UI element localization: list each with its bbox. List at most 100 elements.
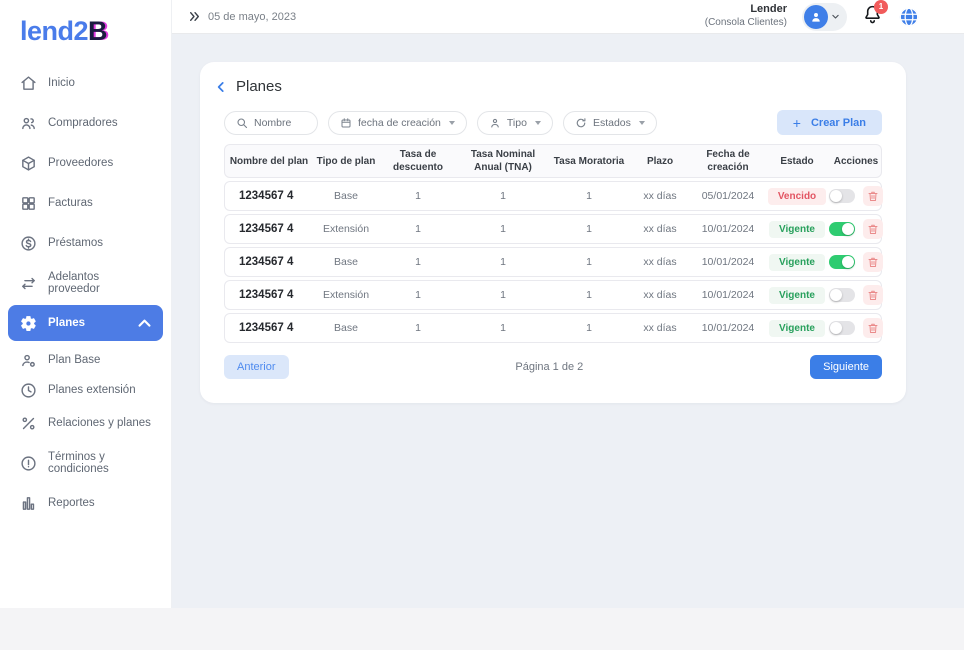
- delete-button[interactable]: [863, 186, 883, 206]
- language-globe-button[interactable]: [898, 6, 920, 28]
- status-toggle[interactable]: [829, 321, 855, 335]
- discount-rate-cell: 1: [379, 190, 457, 202]
- trash-icon: [867, 289, 879, 301]
- sidebar-item-adelantos-proveedor[interactable]: Adelantos proveedor: [8, 265, 163, 301]
- plan-type-cell: Extensión: [313, 289, 379, 301]
- back-chevron-icon[interactable]: [214, 80, 228, 94]
- column-header: Acciones: [829, 155, 883, 168]
- term-cell: xx días: [629, 322, 691, 334]
- column-header: Estado: [765, 155, 829, 168]
- status-toggle[interactable]: [829, 189, 855, 203]
- table-row: 1234567 4 Extensión 1 1 1 xx días 10/01/…: [224, 214, 882, 244]
- actions-cell: [829, 318, 883, 338]
- sidebar-item-planes[interactable]: Planes: [8, 305, 163, 341]
- type-filter-dropdown[interactable]: Tipo: [477, 111, 553, 135]
- discount-rate-cell: 1: [379, 322, 457, 334]
- planes-card: Planes fecha de creación Tipo: [200, 62, 906, 403]
- plan-name-cell: 1234567 4: [225, 223, 313, 235]
- trash-icon: [867, 322, 879, 334]
- column-header: Tasa de descuento: [379, 148, 457, 174]
- create-plan-button[interactable]: + Crear Plan: [777, 110, 882, 135]
- status-cell: Vigente: [765, 287, 829, 304]
- status-badge: Vencido: [768, 188, 826, 205]
- gear-icon: [20, 315, 37, 332]
- next-page-button[interactable]: Siguiente: [810, 355, 882, 379]
- table-row: 1234567 4 Extensión 1 1 1 xx días 10/01/…: [224, 280, 882, 310]
- plan-name-cell: 1234567 4: [225, 289, 313, 301]
- app-window: lend2B Inicio Compradores Proveedores Fa…: [0, 0, 964, 608]
- moratoria-rate-cell: 1: [549, 289, 629, 301]
- tna-cell: 1: [457, 289, 549, 301]
- sidebar-item-prestamos[interactable]: Préstamos: [8, 225, 163, 261]
- logo-text-blue: lend2: [20, 16, 88, 46]
- status-toggle[interactable]: [829, 288, 855, 302]
- column-header: Tipo de plan: [313, 155, 379, 168]
- sidebar-item-label: Reportes: [48, 497, 95, 509]
- sidebar-item-proveedores[interactable]: Proveedores: [8, 145, 163, 181]
- date-display: 05 de mayo, 2023: [188, 10, 296, 23]
- sidebar-item-compradores[interactable]: Compradores: [8, 105, 163, 141]
- info-circle-icon: [20, 455, 37, 472]
- sidebar-item-inicio[interactable]: Inicio: [8, 65, 163, 101]
- delete-button[interactable]: [863, 318, 883, 338]
- plan-name-cell: 1234567 4: [225, 256, 313, 268]
- chevron-down-icon: [831, 12, 840, 21]
- sidebar-item-label: Términos y condiciones: [48, 451, 153, 475]
- search-name-filter[interactable]: [224, 111, 318, 135]
- account-menu-button[interactable]: [802, 3, 847, 31]
- sidebar-item-reportes[interactable]: Reportes: [8, 485, 163, 521]
- page-title: Planes: [236, 78, 282, 95]
- sidebar-item-facturas[interactable]: Facturas: [8, 185, 163, 221]
- delete-button[interactable]: [863, 219, 883, 239]
- term-cell: xx días: [629, 223, 691, 235]
- account-role: Lender (Consola Clientes): [705, 3, 787, 29]
- double-chevron-right-icon[interactable]: [188, 10, 201, 23]
- notifications-button[interactable]: 1: [862, 4, 883, 30]
- sidebar-item-terminos-y-condiciones[interactable]: Términos y condiciones: [8, 445, 163, 481]
- sidebar-item-relaciones-y-planes[interactable]: Relaciones y planes: [8, 405, 163, 441]
- actions-cell: [829, 186, 883, 206]
- status-badge: Vigente: [769, 254, 825, 271]
- page-indicator: Página 1 de 2: [289, 361, 811, 373]
- delete-button[interactable]: [863, 285, 883, 305]
- chevron-up-icon: [136, 315, 153, 332]
- search-icon: [236, 117, 248, 129]
- plus-icon: +: [793, 115, 801, 131]
- status-badge: Vigente: [769, 287, 825, 304]
- status-toggle[interactable]: [829, 222, 855, 236]
- created-date-cell: 05/01/2024: [691, 190, 765, 202]
- status-cell: Vencido: [765, 188, 829, 205]
- term-cell: xx días: [629, 256, 691, 268]
- notification-badge: 1: [874, 0, 888, 14]
- status-filter-label: Estados: [593, 117, 631, 129]
- search-input[interactable]: [254, 117, 306, 129]
- status-cell: Vigente: [765, 320, 829, 337]
- actions-cell: [829, 219, 883, 239]
- previous-page-button[interactable]: Anterior: [224, 355, 289, 379]
- plan-type-cell: Base: [313, 190, 379, 202]
- tna-cell: 1: [457, 322, 549, 334]
- tna-cell: 1: [457, 223, 549, 235]
- moratoria-rate-cell: 1: [549, 190, 629, 202]
- brand-logo: lend2B: [0, 0, 171, 65]
- plan-name-cell: 1234567 4: [225, 190, 313, 202]
- sidebar-item-label: Compradores: [48, 117, 118, 129]
- plan-type-cell: Base: [313, 322, 379, 334]
- column-header: Fecha de creación: [691, 148, 765, 174]
- discount-rate-cell: 1: [379, 223, 457, 235]
- status-badge: Vigente: [769, 320, 825, 337]
- status-toggle[interactable]: [829, 255, 855, 269]
- bar-chart-icon: [20, 495, 37, 512]
- plan-type-cell: Base: [313, 256, 379, 268]
- type-filter-label: Tipo: [507, 117, 527, 129]
- trash-icon: [867, 190, 879, 202]
- sidebar-item-planes-extension[interactable]: Planes extensión: [8, 375, 163, 405]
- discount-rate-cell: 1: [379, 256, 457, 268]
- delete-button[interactable]: [863, 252, 883, 272]
- table-row: 1234567 4 Base 1 1 1 xx días 05/01/2024 …: [224, 181, 882, 211]
- status-filter-dropdown[interactable]: Estados: [563, 111, 657, 135]
- date-filter-dropdown[interactable]: fecha de creación: [328, 111, 467, 135]
- trash-icon: [867, 223, 879, 235]
- sidebar-item-plan-base[interactable]: Plan Base: [8, 345, 163, 375]
- content-area: Planes fecha de creación Tipo: [172, 34, 964, 608]
